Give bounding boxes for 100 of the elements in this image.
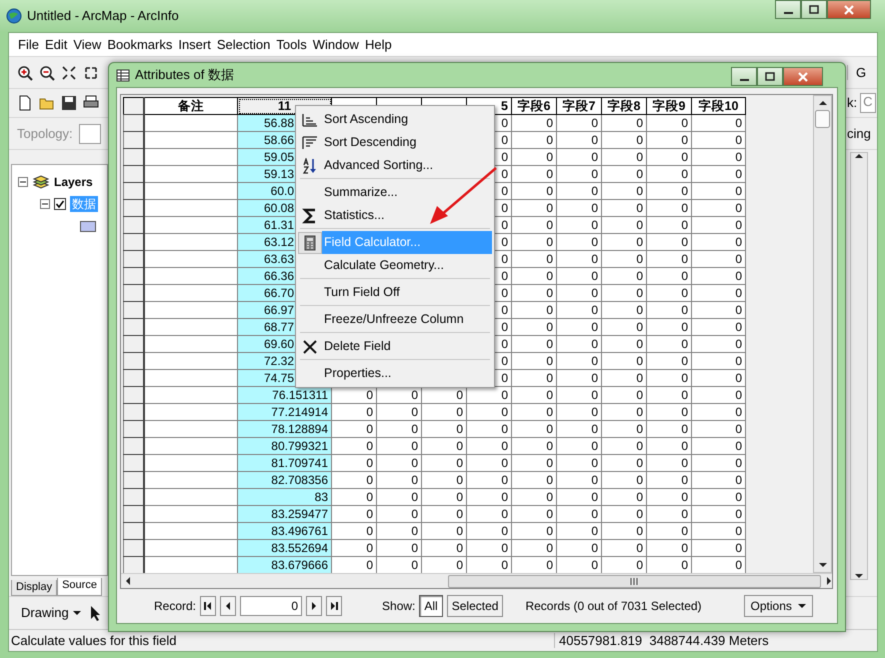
options-button[interactable]: Options [744, 595, 813, 617]
calculator-icon [302, 234, 318, 250]
row-selector[interactable] [124, 302, 144, 318]
last-record-button[interactable] [326, 596, 342, 616]
row-selector[interactable] [124, 420, 144, 438]
tab[interactable]: Display [11, 580, 58, 596]
row-selector[interactable] [124, 336, 144, 352]
menu-item[interactable]: Delete Field [298, 335, 492, 358]
menu-item[interactable]: Edit [42, 36, 70, 52]
scroll-down-icon[interactable] [818, 563, 826, 568]
menu-item[interactable]: Selection [214, 36, 274, 52]
row-selector[interactable] [124, 438, 144, 454]
previous-record-button[interactable] [220, 596, 236, 616]
select-all-cell[interactable] [124, 98, 144, 114]
minimize-button[interactable] [775, 0, 801, 19]
row-selector[interactable] [124, 216, 144, 234]
menu-item[interactable]: Tools [273, 36, 310, 52]
collapse-icon[interactable] [40, 199, 50, 209]
tree-item[interactable]: Layers [54, 174, 93, 190]
menu-item[interactable]: File [15, 36, 42, 52]
row-selector[interactable] [124, 182, 144, 200]
menu-item[interactable]: Statistics... [298, 204, 492, 227]
table-cell: 0 [422, 506, 466, 522]
grip-icon [630, 578, 639, 584]
next-record-button[interactable] [306, 596, 322, 616]
zoom-in-icon[interactable] [17, 64, 33, 80]
column-header[interactable]: 备注 [144, 98, 238, 114]
menu-item[interactable]: Insert [175, 36, 214, 52]
scrollbar[interactable] [813, 95, 832, 573]
minimize-button[interactable] [731, 67, 757, 86]
row-selector[interactable] [124, 370, 144, 386]
scroll-up-icon[interactable] [855, 153, 863, 159]
column-header[interactable]: 字段7 [556, 98, 602, 114]
menu-item[interactable]: Help [362, 36, 395, 52]
first-record-button[interactable] [200, 596, 216, 616]
table-cell: 0 [512, 352, 556, 370]
row-selector[interactable] [124, 318, 144, 336]
row-selector[interactable] [124, 166, 144, 182]
arrows-outward-icon[interactable] [83, 64, 99, 80]
scroll-left-icon[interactable] [125, 577, 130, 585]
menu-item[interactable]: View [70, 36, 104, 52]
dropdown-field[interactable] [78, 124, 101, 144]
menu-item[interactable]: Bookmarks [104, 36, 176, 52]
scroll-thumb[interactable] [815, 110, 830, 128]
column-header[interactable]: 字段9 [646, 98, 692, 114]
row-selector[interactable] [124, 488, 144, 506]
scroll-down-icon[interactable] [855, 574, 863, 579]
drawing-menu[interactable]: Drawing [19, 605, 83, 621]
maximize-button[interactable] [757, 67, 783, 86]
scroll-up-icon[interactable] [818, 100, 826, 106]
row-selector[interactable] [124, 132, 144, 148]
maximize-button[interactable] [801, 0, 827, 19]
close-button[interactable] [827, 0, 871, 19]
row-selector[interactable] [124, 540, 144, 556]
toggle-button[interactable]: Selected [446, 595, 504, 617]
table-cell: 0 [422, 522, 466, 540]
save-icon[interactable] [61, 95, 77, 111]
table-cell: 0 [602, 352, 646, 370]
scroll-right-icon[interactable] [827, 577, 832, 585]
pointer-icon[interactable] [88, 604, 101, 622]
row-selector[interactable] [124, 522, 144, 540]
column-header[interactable]: 字段6 [512, 98, 556, 114]
close-button[interactable] [783, 67, 823, 86]
row-selector[interactable] [124, 404, 144, 420]
column-header[interactable]: 字段8 [602, 98, 646, 114]
input-field[interactable]: C [860, 93, 876, 113]
table-cell: 0 [646, 336, 692, 352]
zoom-out-icon[interactable] [39, 64, 55, 80]
checkbox[interactable] [54, 198, 66, 210]
column-header[interactable]: 字段10 [692, 98, 746, 114]
arrows-inward-icon[interactable] [61, 64, 77, 80]
row-selector[interactable] [124, 114, 144, 132]
menu-item[interactable]: Window [310, 36, 362, 52]
collapse-icon[interactable] [18, 177, 28, 187]
row-selector[interactable] [124, 200, 144, 216]
row-selector[interactable] [124, 352, 144, 370]
table-cell: 0 [556, 336, 602, 352]
table-cell: 0 [692, 166, 746, 182]
record-field[interactable]: 0 [240, 596, 302, 616]
row-selector[interactable] [124, 234, 144, 250]
row-selector[interactable] [124, 386, 144, 404]
row-selector[interactable] [124, 268, 144, 284]
row-selector[interactable] [124, 250, 144, 268]
row-selector[interactable] [124, 506, 144, 522]
scrollbar[interactable] [850, 152, 868, 580]
toggle-button[interactable]: All [419, 595, 443, 617]
row-selector[interactable] [124, 472, 144, 488]
menu-item[interactable]: Freeze/Unfreeze Column [298, 308, 492, 331]
tab[interactable]: Source [57, 578, 102, 596]
row-selector[interactable] [124, 454, 144, 472]
row-selector[interactable] [124, 556, 144, 573]
field-label: Record: [154, 598, 196, 614]
row-selector[interactable] [124, 284, 144, 302]
new-document-icon[interactable] [17, 95, 33, 111]
table-cell: 0 [646, 386, 692, 404]
table-cell: 0 [602, 370, 646, 386]
table-cell: 0 [556, 166, 602, 182]
menu-item[interactable]: Turn Field Off [298, 281, 492, 304]
row-selector[interactable] [124, 148, 144, 166]
scrollbar[interactable] [121, 573, 832, 588]
